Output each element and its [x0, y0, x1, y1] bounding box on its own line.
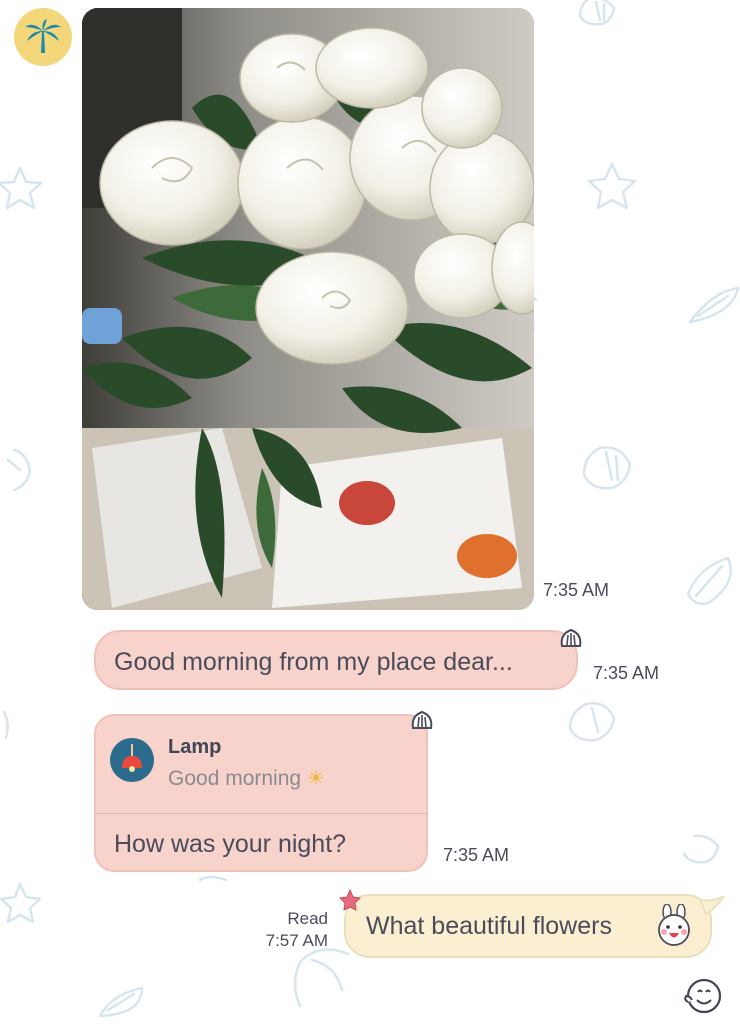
- incoming-message-bubble[interactable]: Good morning from my place dear...: [94, 630, 578, 690]
- lamp-icon: [122, 744, 142, 772]
- quoted-message[interactable]: Lamp Good morning ☀: [96, 716, 426, 814]
- message-text: How was your night?: [114, 830, 347, 858]
- quoted-sender-name: Lamp: [168, 736, 222, 758]
- bunny-emoji-icon: [658, 904, 690, 946]
- reply-message-bubble[interactable]: Lamp Good morning ☀ How was your night?: [94, 714, 428, 872]
- sun-emoji-icon: ☀: [306, 768, 325, 790]
- message-text: What beautiful flowers: [366, 912, 612, 940]
- lamp-avatar: [110, 738, 154, 782]
- message-time: 7:35 AM: [593, 663, 660, 683]
- bubble-tail: [700, 896, 725, 916]
- star-icon[interactable]: [338, 888, 362, 912]
- shell-icon[interactable]: [558, 626, 584, 650]
- message-time: 7:35 AM: [543, 580, 610, 600]
- message-time: 7:35 AM: [443, 845, 510, 865]
- photo-message-image[interactable]: [82, 8, 534, 610]
- palm-tree-icon: [25, 19, 61, 53]
- quoted-text: Good morning ☀: [168, 767, 325, 790]
- message-text: Good morning from my place dear...: [114, 648, 513, 676]
- shell-icon[interactable]: [409, 708, 435, 732]
- contact-avatar[interactable]: [14, 8, 72, 66]
- read-receipt: Read 7:57 AM: [265, 909, 328, 950]
- sticker-button-icon[interactable]: [682, 976, 724, 1016]
